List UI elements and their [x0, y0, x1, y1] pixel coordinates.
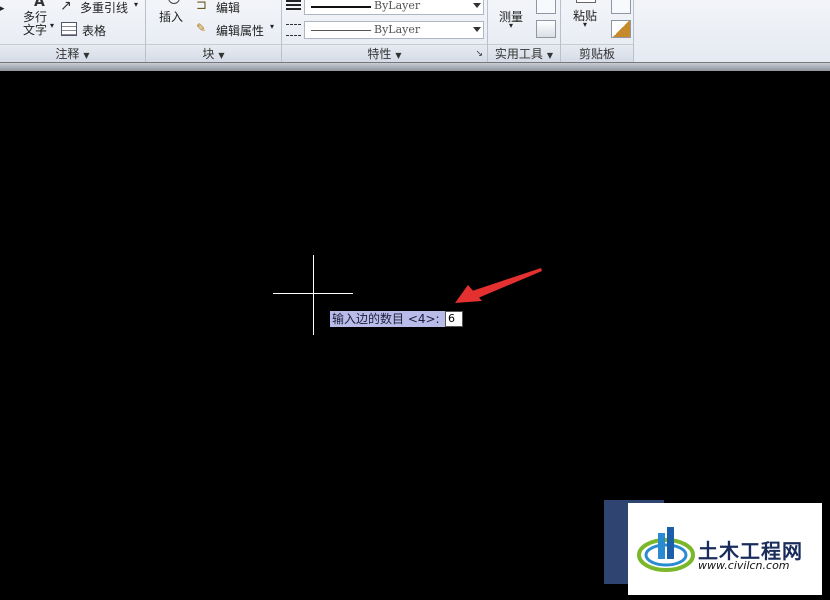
panel-title-clipboard[interactable]: 剪贴板 [561, 44, 633, 63]
linetype-value: ByLayer [374, 23, 421, 36]
mtext-dropdown-icon[interactable]: ▾ [50, 21, 54, 30]
match-properties-icon[interactable] [611, 20, 631, 38]
lineweight-dropdown[interactable]: ByLayer [304, 0, 484, 15]
panel-properties: ByLayer ByLayer 特性 ▼ ↘ [282, 0, 488, 64]
lineweight-icon[interactable] [286, 0, 301, 12]
panel-expand-icon: ▼ [546, 51, 554, 60]
table-icon[interactable] [61, 22, 77, 36]
panel-title-block[interactable]: 块 ▼ [146, 44, 281, 63]
block-edit-label[interactable]: 编辑 [216, 0, 240, 16]
edit-attribute-dropdown-icon[interactable]: ▾ [270, 22, 274, 31]
chevron-down-icon [473, 3, 481, 8]
panel-expand-icon: ▼ [218, 51, 225, 60]
crosshair-vertical [313, 255, 314, 335]
block-edit-icon[interactable]: ⊐ [196, 0, 207, 13]
linetype-dropdown[interactable]: ByLayer [304, 21, 484, 39]
lineweight-value: ByLayer [374, 0, 421, 12]
copy-icon[interactable] [611, 0, 631, 14]
panel-expand-icon: ▼ [395, 51, 402, 60]
mleader-icon[interactable]: ↗ [60, 0, 72, 14]
panel-title-properties[interactable]: 特性 ▼ ↘ [282, 44, 487, 63]
civilcn-logo-icon [637, 527, 695, 572]
panel-expand-icon: ▼ [83, 51, 90, 60]
edit-attribute-icon[interactable]: ✎ [196, 21, 206, 35]
ribbon-empty-area [634, 0, 830, 64]
linetype-preview [311, 30, 371, 31]
panel-clipboard: 粘贴 ▾ 剪贴板 [561, 0, 634, 64]
lineweight-preview [311, 6, 371, 8]
mtext-label-line2[interactable]: 文字 [23, 21, 47, 38]
paste-dropdown-icon[interactable]: ▾ [583, 20, 587, 29]
dialog-launcher-icon[interactable]: ↘ [475, 45, 483, 63]
insert-icon[interactable] [168, 0, 180, 4]
ribbon: ▸ A 多行 文字 ▾ ↗ 多重引线 ▾ 表格 注释 ▼ 插入 ⊐ 编辑 ✎ 编辑… [0, 0, 830, 64]
measure-dropdown-icon[interactable]: ▾ [509, 21, 513, 30]
edit-attribute-label[interactable]: 编辑属性 [216, 22, 264, 39]
quick-select-icon[interactable] [536, 0, 556, 14]
watermark: 土木工程网 www.civilcn.com [628, 503, 822, 595]
panel-utilities: 测量 ▾ 实用工具 ▼ [488, 0, 561, 64]
dynamic-input-field[interactable]: 6 [445, 311, 463, 327]
panel-annotation: ▸ A 多行 文字 ▾ ↗ 多重引线 ▾ 表格 注释 ▼ [0, 0, 146, 64]
dropdown-arrow-icon[interactable]: ▸ [0, 4, 5, 14]
panel-title-utilities[interactable]: 实用工具 ▼ [488, 44, 560, 63]
linetype-icon[interactable] [286, 24, 301, 36]
mleader-dropdown-icon[interactable]: ▾ [134, 0, 138, 9]
ribbon-separator [0, 62, 830, 71]
watermark-url: www.civilcn.com [698, 559, 790, 572]
chevron-down-icon [473, 27, 481, 32]
table-label[interactable]: 表格 [82, 22, 106, 39]
paste-icon[interactable] [576, 0, 596, 3]
mleader-label[interactable]: 多重引线 [80, 0, 128, 16]
calculator-icon[interactable] [536, 20, 556, 38]
dynamic-input-prompt: 输入边的数目 <4>: [330, 311, 442, 327]
insert-label[interactable]: 插入 [159, 8, 183, 25]
panel-title-annotation[interactable]: 注释 ▼ [0, 44, 145, 63]
panel-block: 插入 ⊐ 编辑 ✎ 编辑属性 ▾ 块 ▼ [146, 0, 282, 64]
